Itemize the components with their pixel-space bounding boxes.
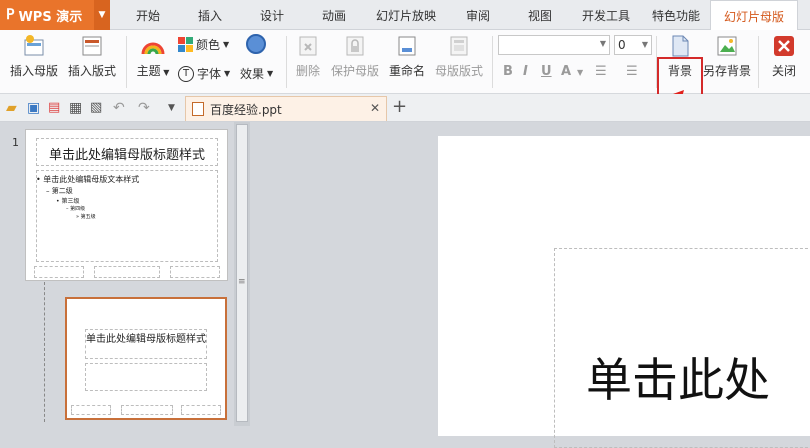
chevron-down-icon: ▼ [599,39,606,48]
effect-button[interactable]: 效果 ▼ [240,65,273,82]
export-pdf-icon[interactable]: ▤ [48,100,64,116]
underline-button[interactable]: U [541,64,552,79]
numbered-list-icon[interactable]: ☰ [626,64,638,79]
ribbon-divider [758,36,759,88]
ribbon: 插入母版 插入版式 主题 ▼ 颜色 ▼ T 字体 ▼ 效果 ▼ 删除 保护母版 重命名… [0,30,810,117]
bold-button[interactable]: B [503,64,513,79]
close-master-button[interactable]: 关闭 [764,34,804,79]
footer-placeholder [94,266,160,278]
background-icon [672,35,689,57]
save-background-button[interactable]: 另存背景 [702,34,752,79]
master-text-level5: » 第五级 [76,214,96,220]
tab-animation[interactable]: 动画 [306,0,362,30]
app-menu-button[interactable]: 𝖯 WPS 演示 ▼ [0,0,110,30]
save-icon[interactable]: ▣ [27,100,43,116]
font-name-select[interactable]: ▼ [498,35,610,55]
theme-button[interactable]: 主题 ▼ [132,34,174,79]
tab-home[interactable]: 开始 [120,0,176,30]
date-placeholder [71,405,111,415]
insert-layout-button[interactable]: 插入版式 [66,34,118,79]
ribbon-divider [492,36,493,88]
slide-title-text: 单击此处 [586,353,770,407]
lock-icon [346,36,364,56]
font-size-select[interactable]: 0 ▼ [614,35,652,55]
app-name: WPS 演示 [18,9,83,25]
chevron-down-icon: ▼ [641,40,648,49]
tab-developer[interactable]: 开发工具 [574,0,638,30]
subtitle-placeholder [85,363,207,391]
document-tab-title: 百度经验.ppt [210,102,282,117]
print-preview-icon[interactable]: ▧ [90,100,106,116]
chevron-down-icon[interactable]: ▼ [94,0,110,30]
tab-review[interactable]: 审阅 [450,0,506,30]
font-color-button[interactable]: A [561,64,571,79]
rename-icon [398,36,416,56]
effect-icon [246,34,266,54]
tab-insert[interactable]: 插入 [182,0,238,30]
tab-bar: 𝖯 WPS 演示 ▼ 开始 插入 设计 动画 幻灯片放映 审阅 视图 开发工具 … [0,0,810,31]
scrollbar-thumb[interactable] [236,124,248,422]
master-title-text: 单击此处编辑母版标题样式 [48,148,205,163]
master-layout-button[interactable]: 母版版式 [432,34,486,79]
open-folder-icon[interactable]: ▰ [6,100,22,116]
italic-button[interactable]: I [523,64,528,79]
slide-number: 1 [12,136,19,149]
ppt-file-icon [192,102,204,116]
ribbon-divider [126,36,127,88]
slide-number-placeholder [170,266,220,278]
font-button[interactable]: T 字体 ▼ [178,65,230,82]
rainbow-icon [141,42,165,55]
master-layout-icon [450,36,468,56]
tab-slide-master[interactable]: 幻灯片母版 [710,0,798,31]
redo-icon[interactable]: ↷ [138,100,154,116]
scroll-grip-icon: ≡ [238,277,246,287]
wps-logo-icon: 𝖯 [6,7,15,23]
protect-master-button[interactable]: 保护母版 [328,34,382,79]
quick-access-toolbar: ▰ ▣ ▤ ▦ ▧ ↶ ↷ ▼ 百度经验.ppt ✕ + [0,94,810,122]
insert-master-icon [24,35,44,56]
footer-placeholder [121,405,173,415]
master-text-level3: • 第三级 [56,198,80,205]
master-text-level4: – 第四级 [66,206,86,212]
document-tab[interactable]: 百度经验.ppt ✕ [185,96,387,121]
effect-icon-wrap [246,34,266,54]
save-background-icon [717,36,737,56]
date-placeholder [34,266,84,278]
insert-layout-icon [82,36,102,56]
thumbnail-scrollbar[interactable]: ≡ [234,122,250,426]
ribbon-divider [286,36,287,88]
close-icon [774,36,794,56]
slide-thumbnail-pane: 1 单击此处编辑母版标题样式 • 单击此处编辑母版文本样式 – 第二级 • 第三… [0,122,256,426]
master-text-level2: – 第二级 [46,187,73,195]
chevron-down-icon[interactable]: ▼ [168,103,184,119]
chevron-down-icon[interactable]: ▼ [577,68,583,77]
layout-slide-thumbnail[interactable]: 单击此处编辑母版标题样式 [65,297,227,420]
close-tab-icon[interactable]: ✕ [370,101,380,115]
tab-features[interactable]: 特色功能 [644,0,708,30]
tab-slideshow[interactable]: 幻灯片放映 [368,0,444,30]
insert-master-button[interactable]: 插入母版 [6,34,62,79]
delete-icon [299,36,317,56]
tab-view[interactable]: 视图 [512,0,568,30]
bullet-list-icon[interactable]: ☰ [595,64,607,79]
color-grid-icon [178,37,193,52]
slide-number-placeholder [181,405,221,415]
tab-design[interactable]: 设计 [244,0,300,30]
print-icon[interactable]: ▦ [69,100,85,116]
rename-button[interactable]: 重命名 [386,34,428,79]
layout-title-text: 单击此处编辑母版标题样式 [86,334,206,345]
undo-icon[interactable]: ↶ [113,100,129,116]
master-slide-thumbnail[interactable]: 单击此处编辑母版标题样式 • 单击此处编辑母版文本样式 – 第二级 • 第三级 … [25,129,228,281]
font-icon: T [178,65,194,82]
master-text-level1: • 单击此处编辑母版文本样式 [36,175,140,184]
new-tab-icon[interactable]: + [392,96,407,117]
color-button[interactable]: 颜色 ▼ [178,36,229,53]
delete-button[interactable]: 删除 [290,34,326,79]
tree-connector [44,282,45,422]
